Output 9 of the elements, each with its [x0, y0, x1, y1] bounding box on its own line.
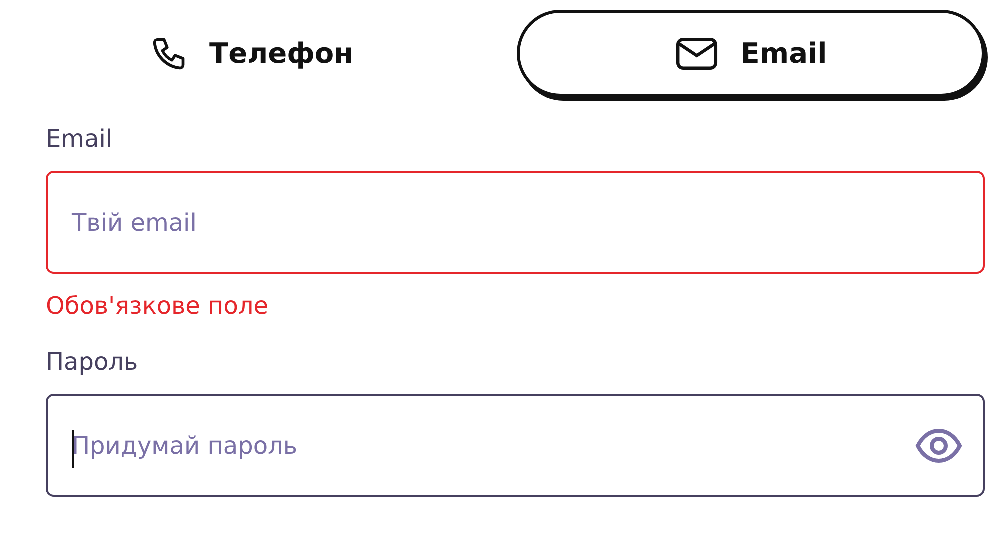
- placeholder-text: Придумай пароль: [72, 432, 298, 460]
- field-label: Пароль: [46, 348, 140, 376]
- field-label: Email: [46, 125, 114, 153]
- eye-icon[interactable]: [915, 428, 963, 464]
- mail-icon: [674, 36, 719, 72]
- password-field[interactable]: Придумай пароль: [46, 394, 985, 497]
- email-field[interactable]: Твій email: [46, 171, 985, 274]
- error-message: Обов'язкове поле: [46, 292, 270, 320]
- placeholder-text: Твій email: [72, 208, 197, 236]
